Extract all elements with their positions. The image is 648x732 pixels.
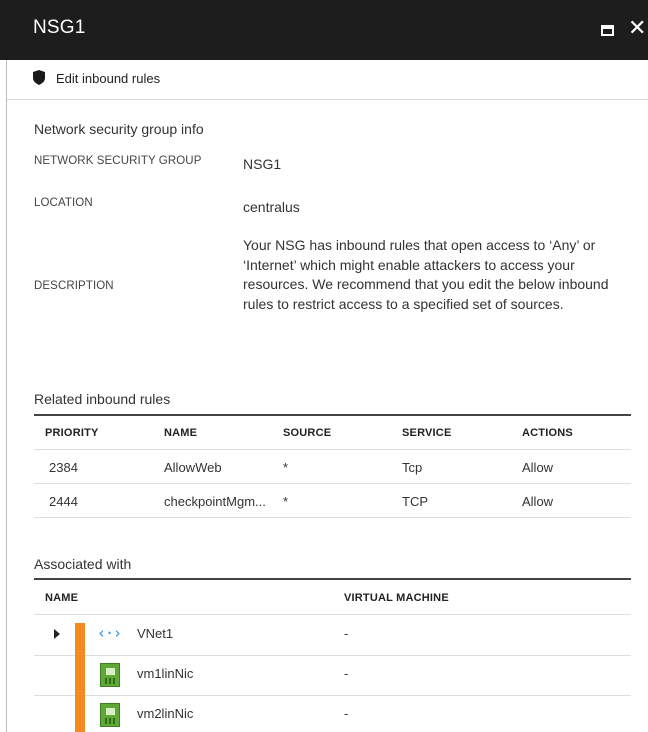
row-divider [34, 517, 631, 518]
blade-left-edge [0, 0, 7, 732]
status-indicator [75, 655, 85, 695]
assoc-vm: - [344, 706, 349, 721]
edit-inbound-rules-button[interactable]: Edit inbound rules [56, 71, 160, 86]
list-item[interactable]: vm1linNic - [34, 655, 631, 695]
associated-section-title: Associated with [34, 556, 132, 572]
assoc-vm: - [344, 626, 349, 641]
cell-name: AllowWeb [164, 460, 222, 475]
assoc-name: vm1linNic [137, 666, 194, 681]
cell-service: TCP [402, 494, 428, 509]
cell-source: * [283, 494, 289, 509]
associated-table-top-border [34, 578, 631, 580]
blade-title: NSG1 [33, 17, 86, 38]
list-item[interactable]: ‹·› VNet1 - [34, 615, 631, 655]
shield-icon [33, 70, 45, 85]
col-actions[interactable]: ACTIONS [522, 427, 573, 439]
row-divider [34, 449, 631, 450]
col-source[interactable]: SOURCE [283, 427, 331, 439]
network-interface-icon [100, 703, 120, 727]
vnet-icon: ‹·› [97, 624, 122, 642]
assoc-name: VNet1 [137, 626, 174, 641]
col-assoc-name[interactable]: NAME [45, 592, 78, 604]
cell-action: Allow [522, 460, 554, 475]
location-label: LOCATION [34, 197, 93, 209]
maximize-icon[interactable] [601, 25, 614, 36]
col-priority[interactable]: PRIORITY [45, 427, 99, 439]
col-service[interactable]: SERVICE [402, 427, 452, 439]
network-interface-icon [100, 663, 120, 687]
row-divider [34, 483, 631, 484]
cell-service: Tcp [402, 460, 423, 475]
assoc-name: vm2linNic [137, 706, 194, 721]
cell-action: Allow [522, 494, 554, 509]
description-label: DESCRIPTION [34, 280, 114, 292]
command-bar: Edit inbound rules [7, 60, 648, 100]
col-name[interactable]: NAME [164, 427, 197, 439]
list-item[interactable]: vm2linNic - [34, 695, 631, 732]
nsg-value: NSG1 [243, 156, 282, 172]
close-icon[interactable]: ✕ [628, 14, 646, 42]
status-indicator [75, 623, 85, 655]
location-value: centralus [243, 199, 300, 215]
nsg-label: NETWORK SECURITY GROUP [34, 155, 202, 167]
cell-priority: 2444 [49, 494, 78, 509]
col-virtual-machine[interactable]: VIRTUAL MACHINE [344, 592, 449, 604]
cell-name: checkpointMgm... [164, 494, 266, 509]
description-value: Your NSG has inbound rules that open acc… [243, 237, 609, 312]
info-section-title: Network security group info [34, 121, 204, 137]
status-indicator [75, 695, 85, 732]
cell-priority: 2384 [49, 460, 78, 475]
cell-source: * [283, 460, 289, 475]
inbound-table-top-border [34, 414, 631, 416]
blade-header: NSG1 ✕ [7, 0, 648, 60]
inbound-section-title: Related inbound rules [34, 391, 171, 407]
expand-arrow-icon[interactable] [54, 629, 60, 639]
assoc-vm: - [344, 666, 349, 681]
